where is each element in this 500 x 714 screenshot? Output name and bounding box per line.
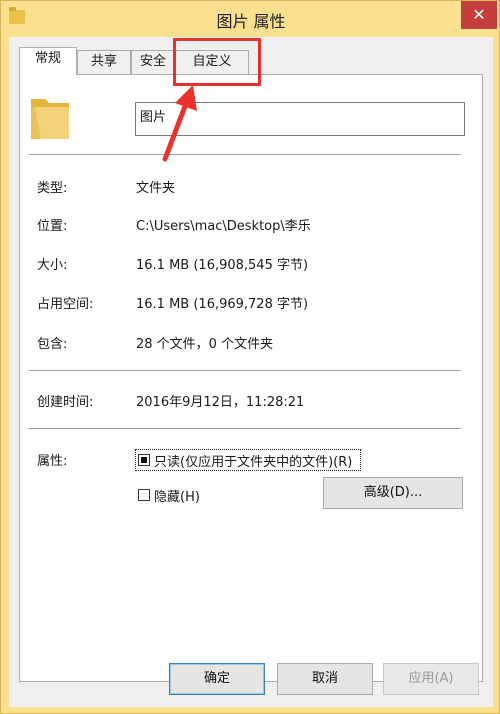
location-value: C:\Users\mac\Desktop\李乐	[136, 219, 311, 234]
tab-general[interactable]: 常规	[19, 47, 77, 75]
size-on-disk-label: 占用空间:	[37, 297, 94, 312]
separator	[29, 428, 461, 429]
folder-icon	[31, 99, 69, 139]
readonly-checkbox[interactable]	[138, 454, 150, 466]
dialog-client-area: 常规 共享 安全 自定义 确定 取消 应用(A)	[9, 37, 493, 707]
separator	[29, 154, 461, 155]
hidden-label[interactable]: 隐藏(H)	[154, 486, 200, 505]
ok-button[interactable]: 确定	[169, 663, 265, 695]
advanced-button[interactable]: 高级(D)...	[323, 477, 463, 509]
cancel-button[interactable]: 取消	[277, 663, 373, 695]
readonly-label[interactable]: 只读(仅应用于文件夹中的文件)(R)	[154, 451, 352, 470]
general-tab-panel	[19, 74, 483, 682]
type-value: 文件夹	[136, 181, 176, 196]
annotation-highlight-box	[173, 38, 261, 86]
hidden-checkbox[interactable]	[138, 489, 150, 501]
created-value: 2016年9月12日，11:28:21	[136, 395, 305, 410]
tab-sharing[interactable]: 共享	[77, 50, 131, 74]
contains-label: 包含:	[37, 337, 68, 352]
size-label: 大小:	[37, 258, 68, 273]
separator	[29, 370, 461, 371]
tab-security[interactable]: 安全	[131, 50, 175, 74]
annotation-arrow-icon	[162, 85, 197, 162]
window-title: 图片 属性	[216, 12, 286, 31]
title-bar[interactable]: 图片 属性 ✕	[1, 1, 500, 37]
attributes-label: 属性:	[37, 454, 68, 469]
created-label: 创建时间:	[37, 395, 94, 410]
close-button[interactable]: ✕	[461, 1, 497, 29]
apply-button[interactable]: 应用(A)	[383, 663, 479, 695]
type-label: 类型:	[37, 181, 68, 196]
size-on-disk-value: 16.1 MB (16,969,728 字节)	[136, 297, 309, 312]
size-value: 16.1 MB (16,908,545 字节)	[136, 258, 309, 273]
properties-window: 图片 属性 ✕ 常规 共享 安全 自定义 确定 取消 应用(A) 图片 类型: …	[0, 0, 500, 714]
contains-value: 28 个文件，0 个文件夹	[136, 337, 274, 352]
location-label: 位置:	[37, 219, 68, 234]
